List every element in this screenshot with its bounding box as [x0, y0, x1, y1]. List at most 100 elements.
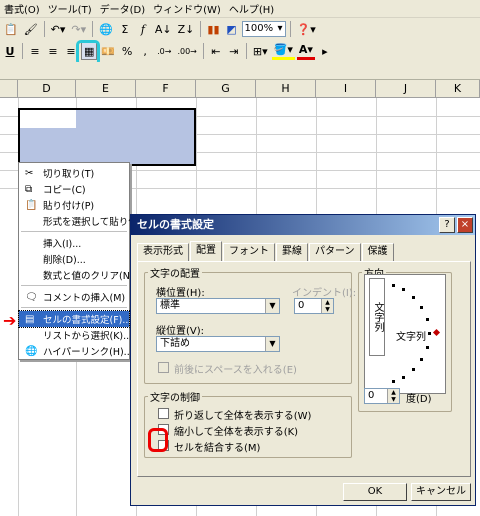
tab-patterns[interactable]: パターン [309, 243, 361, 261]
menu-item-format-cells[interactable]: ▤ セルの書式設定(F)... [18, 310, 131, 328]
horizontal-select[interactable]: 標準 ▼ [156, 298, 280, 314]
red-arrow-icon: ➔ [3, 311, 17, 330]
menu-item-paste[interactable]: 📋 貼り付け(P) [19, 197, 129, 213]
vertical-select[interactable]: 下詰め ▼ [156, 336, 280, 352]
tab-protection[interactable]: 保護 [361, 243, 394, 261]
active-cell[interactable] [20, 110, 76, 128]
borders-icon[interactable]: ⊞▾ [251, 42, 270, 60]
menu-item-delete[interactable]: 削除(D)... [19, 251, 129, 267]
merge-cells-label: セルを結合する(M) [174, 443, 261, 454]
text-alignment-label: 文字の配置 [148, 265, 202, 280]
tab-alignment[interactable]: 配置 [190, 241, 222, 261]
menu-item-label: 挿入(I)... [43, 239, 82, 250]
menu-item-insert[interactable]: 挿入(I)... [19, 235, 129, 251]
menu-item-paste-special[interactable]: 形式を選択して貼り付 [19, 213, 138, 229]
menu-format[interactable]: 書式(O) [0, 1, 44, 16]
hyperlink-icon: 🌐 [25, 345, 38, 357]
comment-icon: 🗨 [25, 291, 38, 303]
scissors-icon: ✂ [25, 167, 34, 179]
indent-label: インデント(I): [292, 288, 357, 299]
ok-button[interactable]: OK [343, 483, 407, 501]
menu-window[interactable]: ウィンドウ(W) [149, 1, 225, 16]
chevron-down-icon: ▼ [265, 299, 279, 313]
redo-icon[interactable]: ↷▾ [69, 20, 88, 38]
fill-color-icon[interactable]: 🪣▾ [271, 42, 295, 60]
col-header-j[interactable]: J [376, 80, 436, 98]
menu-item-hyperlink[interactable]: 🌐 ハイパーリンク(H)... [19, 343, 133, 359]
drawing-icon[interactable]: ◩ [224, 20, 240, 38]
hyperlink-icon[interactable]: 🌐 [97, 20, 115, 38]
paste-icon[interactable]: 📋 [2, 20, 20, 38]
col-header-e[interactable]: E [76, 80, 136, 98]
menu-item-clear-contents[interactable]: 数式と値のクリア(N) [19, 267, 134, 283]
menu-bar: 書式(O) ツール(T) データ(D) ウィンドウ(W) ヘルプ(H) [0, 0, 480, 18]
tab-font[interactable]: フォント [223, 243, 275, 261]
currency-icon[interactable]: 💴 [99, 42, 117, 60]
wrap-text-checkbox[interactable] [158, 408, 169, 419]
autosum-icon[interactable]: Σ [117, 20, 133, 38]
menu-tools[interactable]: ツール(T) [44, 1, 96, 16]
text-control-label: 文字の制御 [148, 389, 202, 404]
menu-item-insert-comment[interactable]: 🗨 コメントの挿入(M) [19, 289, 129, 305]
degrees-spinner[interactable]: 0 ▲ ▼ [364, 388, 400, 404]
degrees-label: 度(D) [406, 394, 432, 405]
formatting-toolbar: U ≡ ≡ ≡ ▦ 💴 % , .0→ .00→ ⇤ ⇥ ⊞▾ 🪣▾ A▾ ▸ [0, 40, 480, 62]
justify-distributed-checkbox[interactable] [158, 362, 169, 373]
menu-item-label: 形式を選択して貼り付 [43, 217, 138, 228]
zoom-select[interactable]: 100% ▾ [241, 21, 286, 37]
col-header-h[interactable]: H [256, 80, 316, 98]
cancel-button[interactable]: キャンセル [411, 483, 471, 501]
spinner-arrows-icon[interactable]: ▲ ▼ [321, 299, 333, 313]
menu-help[interactable]: ヘルプ(H) [225, 1, 278, 16]
menu-item-copy[interactable]: ⧉ コピー(C) [19, 181, 129, 197]
col-header-g[interactable]: G [196, 80, 256, 98]
tab-number[interactable]: 表示形式 [137, 243, 189, 261]
format-painter-icon[interactable]: 🖌 [22, 20, 40, 38]
underline-icon[interactable]: U [2, 42, 18, 60]
indent-spinner[interactable]: 0 ▲ ▼ [294, 298, 334, 314]
col-header-i[interactable]: I [316, 80, 376, 98]
indent-value: 0 [298, 300, 305, 311]
close-button[interactable]: × [457, 217, 473, 233]
increase-decimal-icon[interactable]: .0→ [155, 42, 173, 60]
separator [43, 21, 45, 37]
help-button[interactable]: ? [439, 217, 455, 233]
undo-icon[interactable]: ↶▾ [49, 20, 68, 38]
wrap-text-label: 折り返して全体を表示する(W) [174, 411, 312, 422]
separator [92, 21, 94, 37]
toolbar-options-icon[interactable]: ▸ [317, 42, 333, 60]
justify-distributed-label: 前後にスペースを入れる(E) [174, 365, 297, 376]
alignment-panel: 文字の配置 横位置(H): 標準 ▼ インデント(I): 0 ▲ ▼ 縦位置(V): … [137, 261, 471, 477]
select-all-corner[interactable] [0, 80, 18, 98]
function-icon[interactable]: f [135, 20, 151, 38]
menu-separator [21, 307, 127, 308]
sort-ascending-icon[interactable]: A↓ [153, 20, 174, 38]
menu-separator [21, 285, 127, 286]
percent-icon[interactable]: % [119, 42, 135, 60]
comma-icon[interactable]: , [137, 42, 153, 60]
menu-item-label: 切り取り(T) [43, 169, 95, 180]
tab-border[interactable]: 罫線 [276, 243, 308, 261]
menu-item-cut[interactable]: ✂ 切り取り(T) [19, 165, 129, 181]
decrease-decimal-icon[interactable]: .00→ [175, 42, 198, 60]
menu-item-pick-from-list[interactable]: リストから選択(K)... [19, 327, 132, 343]
paste-icon: 📋 [25, 199, 38, 211]
decrease-indent-icon[interactable]: ⇤ [208, 42, 224, 60]
sort-descending-icon[interactable]: Z↓ [176, 20, 197, 38]
separator [22, 43, 23, 59]
tab-strip: 表示形式 配置 フォント 罫線 パターン 保護 [137, 241, 395, 261]
font-color-icon[interactable]: A▾ [296, 42, 315, 60]
menu-item-label: 数式と値のクリア(N) [43, 271, 134, 282]
align-center-icon[interactable]: ≡ [45, 42, 61, 60]
chart-wizard-icon[interactable]: ▮▮ [205, 20, 221, 38]
col-header-k[interactable]: K [436, 80, 480, 98]
col-header-d[interactable]: D [18, 80, 76, 98]
increase-indent-icon[interactable]: ⇥ [226, 42, 242, 60]
help-icon[interactable]: ❓▾ [295, 20, 318, 38]
vertical-text-option[interactable]: 文字列 [369, 278, 385, 356]
format-cells-icon: ▤ [25, 313, 35, 325]
align-left-icon[interactable]: ≡ [27, 42, 43, 60]
menu-data[interactable]: データ(D) [96, 1, 150, 16]
spinner-arrows-icon[interactable]: ▲ ▼ [387, 389, 399, 403]
col-header-f[interactable]: F [136, 80, 196, 98]
